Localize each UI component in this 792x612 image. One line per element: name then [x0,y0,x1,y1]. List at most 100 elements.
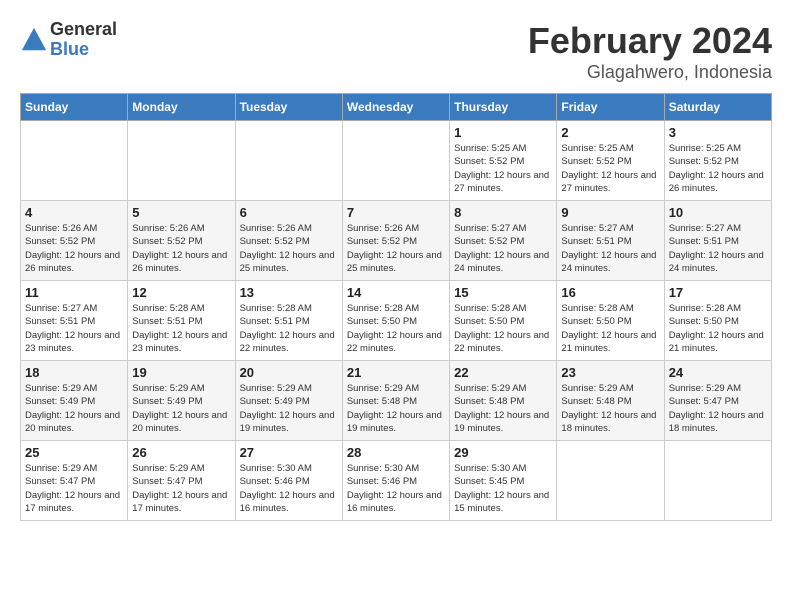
calendar-table: Sunday Monday Tuesday Wednesday Thursday… [20,93,772,521]
logo-text: General Blue [50,20,117,60]
calendar-cell: 24 Sunrise: 5:29 AM Sunset: 5:47 PM Dayli… [664,361,771,441]
calendar-cell: 22Sunrise: 5:29 AM Sunset: 5:48 PM Dayli… [450,361,557,441]
location-title: Glagahwero, Indonesia [528,62,772,83]
day-info: Sunrise: 5:26 AM Sunset: 5:52 PM Dayligh… [240,222,338,275]
header-wednesday: Wednesday [342,94,449,121]
calendar-cell: 6 Sunrise: 5:26 AM Sunset: 5:52 PM Daylig… [235,201,342,281]
day-info: Sunrise: 5:28 AM Sunset: 5:50 PM Dayligh… [347,302,445,355]
day-number: 17 [669,285,767,300]
day-info: Sunrise: 5:29 AM Sunset: 5:48 PM Dayligh… [347,382,445,435]
day-number: 7 [347,205,445,220]
month-title: February 2024 [528,20,772,62]
header-friday: Friday [557,94,664,121]
day-info: Sunrise: 5:29 AM Sunset: 5:49 PM Dayligh… [132,382,230,435]
day-number: 8 [454,205,552,220]
day-info: Sunrise: 5:29 AM Sunset: 5:47 PM Dayligh… [25,462,123,515]
title-block: February 2024 Glagahwero, Indonesia [528,20,772,83]
calendar-cell [235,121,342,201]
day-info: Sunrise: 5:28 AM Sunset: 5:51 PM Dayligh… [132,302,230,355]
day-number: 26 [132,445,230,460]
calendar-cell [128,121,235,201]
calendar-cell: 16 Sunrise: 5:28 AM Sunset: 5:50 PM Dayli… [557,281,664,361]
day-number: 3 [669,125,767,140]
calendar-body: 1 Sunrise: 5:25 AM Sunset: 5:52 PM Daylig… [21,121,772,521]
header-thursday: Thursday [450,94,557,121]
day-number: 25 [25,445,123,460]
day-number: 29 [454,445,552,460]
day-number: 16 [561,285,659,300]
day-number: 20 [240,365,338,380]
calendar-cell: 9Sunrise: 5:27 AM Sunset: 5:51 PM Daylig… [557,201,664,281]
day-number: 2 [561,125,659,140]
calendar-cell: 14 Sunrise: 5:28 AM Sunset: 5:50 PM Dayli… [342,281,449,361]
calendar-cell: 19 Sunrise: 5:29 AM Sunset: 5:49 PM Dayli… [128,361,235,441]
day-number: 21 [347,365,445,380]
calendar-week-2: 4 Sunrise: 5:26 AM Sunset: 5:52 PM Daylig… [21,201,772,281]
day-info: Sunrise: 5:25 AM Sunset: 5:52 PM Dayligh… [669,142,767,195]
calendar-week-5: 25 Sunrise: 5:29 AM Sunset: 5:47 PM Dayli… [21,441,772,521]
calendar-cell: 28Sunrise: 5:30 AM Sunset: 5:46 PM Dayli… [342,441,449,521]
calendar-cell: 27Sunrise: 5:30 AM Sunset: 5:46 PM Dayli… [235,441,342,521]
calendar-cell: 2 Sunrise: 5:25 AM Sunset: 5:52 PM Daylig… [557,121,664,201]
day-number: 4 [25,205,123,220]
calendar-cell: 17 Sunrise: 5:28 AM Sunset: 5:50 PM Dayli… [664,281,771,361]
day-number: 5 [132,205,230,220]
day-number: 22 [454,365,552,380]
day-info: Sunrise: 5:29 AM Sunset: 5:47 PM Dayligh… [132,462,230,515]
calendar-cell: 29 Sunrise: 5:30 AM Sunset: 5:45 PM Dayli… [450,441,557,521]
day-info: Sunrise: 5:28 AM Sunset: 5:50 PM Dayligh… [561,302,659,355]
calendar-cell: 20 Sunrise: 5:29 AM Sunset: 5:49 PM Dayli… [235,361,342,441]
calendar-cell: 23 Sunrise: 5:29 AM Sunset: 5:48 PM Dayli… [557,361,664,441]
day-number: 13 [240,285,338,300]
day-number: 1 [454,125,552,140]
day-number: 6 [240,205,338,220]
day-info: Sunrise: 5:26 AM Sunset: 5:52 PM Dayligh… [132,222,230,275]
header-saturday: Saturday [664,94,771,121]
day-number: 14 [347,285,445,300]
calendar-cell [21,121,128,201]
day-number: 23 [561,365,659,380]
day-info: Sunrise: 5:27 AM Sunset: 5:51 PM Dayligh… [25,302,123,355]
calendar-cell [342,121,449,201]
day-info: Sunrise: 5:25 AM Sunset: 5:52 PM Dayligh… [561,142,659,195]
calendar-cell: 1 Sunrise: 5:25 AM Sunset: 5:52 PM Daylig… [450,121,557,201]
calendar-cell: 15Sunrise: 5:28 AM Sunset: 5:50 PM Dayli… [450,281,557,361]
day-info: Sunrise: 5:25 AM Sunset: 5:52 PM Dayligh… [454,142,552,195]
calendar-cell: 21 Sunrise: 5:29 AM Sunset: 5:48 PM Dayli… [342,361,449,441]
day-number: 19 [132,365,230,380]
calendar-cell: 8 Sunrise: 5:27 AM Sunset: 5:52 PM Daylig… [450,201,557,281]
day-number: 28 [347,445,445,460]
day-info: Sunrise: 5:28 AM Sunset: 5:50 PM Dayligh… [669,302,767,355]
day-info: Sunrise: 5:29 AM Sunset: 5:48 PM Dayligh… [561,382,659,435]
day-number: 12 [132,285,230,300]
logo-icon [20,26,48,54]
day-number: 18 [25,365,123,380]
day-number: 27 [240,445,338,460]
day-info: Sunrise: 5:28 AM Sunset: 5:50 PM Dayligh… [454,302,552,355]
calendar-cell: 4 Sunrise: 5:26 AM Sunset: 5:52 PM Daylig… [21,201,128,281]
calendar-cell: 10Sunrise: 5:27 AM Sunset: 5:51 PM Dayli… [664,201,771,281]
logo: General Blue [20,20,117,60]
day-info: Sunrise: 5:29 AM Sunset: 5:49 PM Dayligh… [240,382,338,435]
header-monday: Monday [128,94,235,121]
day-info: Sunrise: 5:27 AM Sunset: 5:51 PM Dayligh… [561,222,659,275]
page-header: General Blue February 2024 Glagahwero, I… [20,20,772,83]
day-info: Sunrise: 5:27 AM Sunset: 5:52 PM Dayligh… [454,222,552,275]
calendar-cell [557,441,664,521]
calendar-cell: 13Sunrise: 5:28 AM Sunset: 5:51 PM Dayli… [235,281,342,361]
day-info: Sunrise: 5:26 AM Sunset: 5:52 PM Dayligh… [25,222,123,275]
day-info: Sunrise: 5:30 AM Sunset: 5:45 PM Dayligh… [454,462,552,515]
calendar-week-1: 1 Sunrise: 5:25 AM Sunset: 5:52 PM Daylig… [21,121,772,201]
day-info: Sunrise: 5:27 AM Sunset: 5:51 PM Dayligh… [669,222,767,275]
day-number: 11 [25,285,123,300]
calendar-cell [664,441,771,521]
logo-blue: Blue [50,40,117,60]
day-info: Sunrise: 5:29 AM Sunset: 5:47 PM Dayligh… [669,382,767,435]
day-number: 24 [669,365,767,380]
header-tuesday: Tuesday [235,94,342,121]
calendar-cell: 12 Sunrise: 5:28 AM Sunset: 5:51 PM Dayli… [128,281,235,361]
calendar-cell: 3 Sunrise: 5:25 AM Sunset: 5:52 PM Daylig… [664,121,771,201]
header-sunday: Sunday [21,94,128,121]
calendar-week-4: 18 Sunrise: 5:29 AM Sunset: 5:49 PM Dayli… [21,361,772,441]
calendar-header: Sunday Monday Tuesday Wednesday Thursday… [21,94,772,121]
